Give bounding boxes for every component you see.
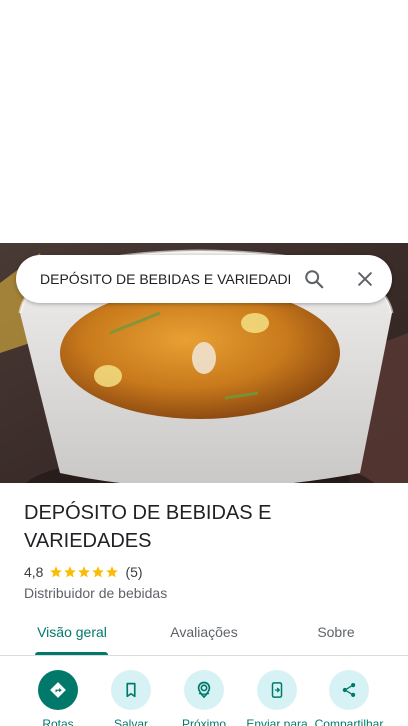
star-rating xyxy=(49,565,119,579)
place-category: Distribuidor de bebidas xyxy=(24,585,168,601)
search-icon xyxy=(305,270,324,289)
share-label: Compartilhar xyxy=(314,717,384,726)
search-button[interactable] xyxy=(298,263,330,295)
close-icon xyxy=(358,272,372,286)
star-icon xyxy=(92,566,105,578)
nearby-button-circle xyxy=(184,670,224,710)
tab-about[interactable]: Sobre xyxy=(296,611,376,655)
search-input[interactable]: DEPÓSITO DE BEBIDAS E VARIEDADES xyxy=(40,269,290,289)
send-to-phone-button-circle xyxy=(257,670,297,710)
search-bar[interactable]: DEPÓSITO DE BEBIDAS E VARIEDADES xyxy=(16,255,392,303)
star-icon xyxy=(64,566,77,578)
save-label: Salvar xyxy=(113,717,148,726)
rating-row[interactable]: 4,8 (5) xyxy=(24,562,143,582)
directions-button[interactable]: Rotas xyxy=(22,668,94,726)
bookmark-icon xyxy=(126,682,136,698)
nearby-button[interactable]: Próximo xyxy=(168,668,240,726)
share-button[interactable]: Compartilhar xyxy=(313,668,385,726)
active-tab-indicator xyxy=(35,652,108,655)
tab-overview[interactable]: Visão geral xyxy=(24,611,120,655)
nearby-label: Próximo xyxy=(181,717,226,726)
star-icon xyxy=(78,566,91,578)
clear-search-button[interactable] xyxy=(349,263,381,295)
directions-button-circle xyxy=(38,670,78,710)
directions-icon xyxy=(50,682,66,698)
directions-label: Rotas xyxy=(42,717,74,726)
star-icon xyxy=(50,566,63,578)
send-to-phone-button[interactable]: Enviar para xyxy=(241,668,313,726)
place-title: DEPÓSITO DE BEBIDAS E VARIEDADES xyxy=(24,502,272,552)
nearby-icon xyxy=(197,681,211,699)
map-area-blank xyxy=(0,0,408,243)
share-button-circle xyxy=(329,670,369,710)
review-count[interactable]: (5) xyxy=(125,564,142,580)
rating-value: 4,8 xyxy=(24,564,44,580)
tab-bar: Visão geral Avaliações Sobre xyxy=(0,611,408,656)
share-icon xyxy=(342,683,356,697)
tab-reviews[interactable]: Avaliações xyxy=(156,611,252,655)
save-button[interactable]: Salvar xyxy=(95,668,167,726)
star-icon xyxy=(106,566,119,578)
send-to-phone-icon xyxy=(271,682,283,698)
action-buttons: Rotas Salvar Próximo Enviar para Compart… xyxy=(0,668,408,726)
save-button-circle xyxy=(111,670,151,710)
